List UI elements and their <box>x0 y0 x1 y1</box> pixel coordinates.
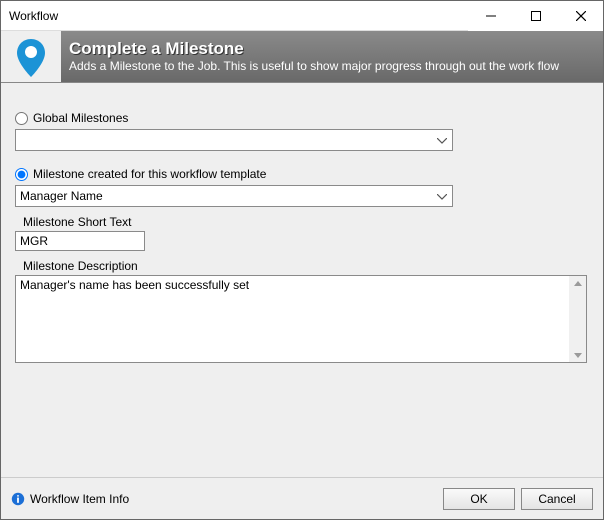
milestone-description-input[interactable]: Manager's name has been successfully set <box>16 276 570 360</box>
template-milestone-combo[interactable]: Manager Name <box>15 185 453 207</box>
milestone-short-text-label: Milestone Short Text <box>23 215 589 229</box>
banner-title: Complete a Milestone <box>69 40 593 57</box>
footer: Workflow Item Info OK Cancel <box>1 477 603 519</box>
global-milestones-row: Global Milestones <box>15 111 589 125</box>
workflow-item-info-label: Workflow Item Info <box>30 492 129 506</box>
template-milestone-label[interactable]: Milestone created for this workflow temp… <box>33 167 266 181</box>
banner-subtitle: Adds a Milestone to the Job. This is use… <box>69 59 593 73</box>
template-milestone-row: Milestone created for this workflow temp… <box>15 167 589 181</box>
global-milestones-combo[interactable] <box>15 129 453 151</box>
minimize-icon <box>486 11 496 21</box>
milestone-pin-icon <box>9 35 53 79</box>
milestone-description-label: Milestone Description <box>23 259 589 273</box>
global-milestones-label[interactable]: Global Milestones <box>33 111 128 125</box>
minimize-button[interactable] <box>468 1 513 31</box>
global-milestones-combo-wrap <box>15 129 453 151</box>
banner-text: Complete a Milestone Adds a Milestone to… <box>61 31 603 82</box>
close-icon <box>576 11 586 21</box>
description-scrollbar[interactable] <box>569 276 586 362</box>
close-button[interactable] <box>558 1 603 31</box>
body: Global Milestones Milestone created for … <box>1 83 603 477</box>
dialog-window: Workflow Complete a Milestone Adds a Mil… <box>0 0 604 520</box>
ok-button[interactable]: OK <box>443 488 515 510</box>
banner: Complete a Milestone Adds a Milestone to… <box>1 31 603 83</box>
banner-icon-cell <box>1 31 61 82</box>
cancel-button[interactable]: Cancel <box>521 488 593 510</box>
maximize-icon <box>531 11 541 21</box>
milestone-description-wrap: Manager's name has been successfully set <box>15 275 587 363</box>
info-icon <box>11 492 25 506</box>
template-milestone-radio[interactable] <box>15 168 28 181</box>
global-milestones-radio[interactable] <box>15 112 28 125</box>
workflow-item-info-link[interactable]: Workflow Item Info <box>11 492 437 506</box>
template-milestone-combo-wrap: Manager Name <box>15 185 453 207</box>
maximize-button[interactable] <box>513 1 558 31</box>
scroll-down-icon <box>574 348 582 362</box>
scroll-up-icon <box>574 276 582 290</box>
titlebar: Workflow <box>1 1 603 31</box>
window-title: Workflow <box>1 9 468 23</box>
milestone-short-text-input[interactable] <box>15 231 145 251</box>
